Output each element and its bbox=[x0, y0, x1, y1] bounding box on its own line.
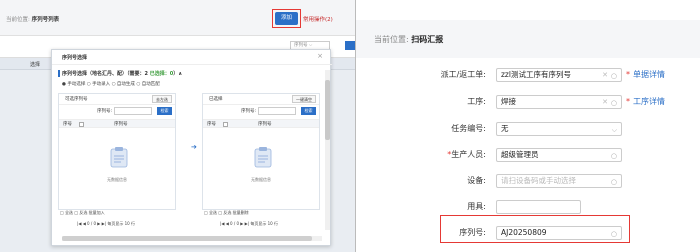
right-screenshot: 当前位置: 扫码汇报 派工/返工单: zzl测试工序有序列号 ✕ ○ * 单据详情 工… bbox=[356, 0, 700, 252]
panel-search: 序列号: 检索 bbox=[203, 105, 319, 118]
task-number-value: 无 bbox=[501, 124, 509, 133]
panel-title[interactable]: 可选序列号 bbox=[65, 96, 88, 102]
device-field[interactable]: 请扫设备码或手动选择 ○ bbox=[496, 174, 622, 188]
filter-search-button[interactable] bbox=[345, 41, 355, 50]
right-pagination[interactable]: |◀ ◀ 0 / 0 ▶ ▶| 每页显示 10 行 bbox=[220, 221, 278, 227]
empty-text: 无数据信息 bbox=[251, 177, 271, 182]
order-field[interactable]: zzl测试工序有序列号 ✕ ○ bbox=[496, 68, 622, 82]
field-label-device: 设备: bbox=[356, 175, 486, 186]
panel-header: 可选序列号 去左选 bbox=[59, 94, 175, 105]
required-star: * bbox=[626, 97, 630, 106]
crumb-prefix: 当前位置: bbox=[6, 17, 30, 23]
label-text: 生产人员: bbox=[451, 150, 486, 159]
field-label-task: 任务编号: bbox=[356, 123, 486, 134]
highlight-box-serial bbox=[440, 215, 630, 243]
crumb-current: 序列号列表 bbox=[31, 17, 60, 23]
order-detail-link[interactable]: * 单据详情 bbox=[626, 69, 665, 80]
search-icon[interactable]: ○ bbox=[611, 70, 617, 82]
search-icon[interactable]: ○ bbox=[611, 176, 617, 188]
column-select-header: 选择 bbox=[30, 62, 41, 68]
process-detail-link[interactable]: * 工序详情 bbox=[626, 96, 665, 107]
serial-select-modal: 序列号选择 × 序列号选择（地名汇丹、配）（需要：2 已选择：0）∧ ● 手动选… bbox=[51, 49, 332, 246]
crumb-prefix: 当前位置: bbox=[374, 35, 409, 44]
search-label: 序列号: bbox=[97, 109, 113, 114]
empty-clipboard-icon bbox=[110, 147, 128, 168]
panel-search: 序列号: 检索 bbox=[59, 105, 175, 118]
crumb-current: 扫码汇报 bbox=[411, 35, 444, 44]
col-index: 序号 bbox=[207, 122, 216, 127]
field-label-process: 工序: bbox=[356, 96, 486, 107]
device-placeholder: 请扫设备码或手动选择 bbox=[501, 176, 576, 185]
serial-search-input[interactable] bbox=[114, 107, 152, 115]
order-detail-link-text[interactable]: 单据详情 bbox=[633, 70, 665, 79]
section-title: 序列号选择（地名汇丹、配）（需要：2 已选择：0）∧ bbox=[57, 70, 182, 77]
filter-select-value: 序列号 bbox=[294, 43, 308, 48]
close-icon[interactable]: × bbox=[317, 52, 323, 60]
search-button[interactable]: 检索 bbox=[157, 107, 172, 115]
serial-search-input[interactable] bbox=[258, 107, 296, 115]
empty-text: 无数据信息 bbox=[107, 177, 127, 182]
clear-all-button[interactable]: 一键清空 bbox=[292, 95, 316, 103]
label-text: 用具: bbox=[467, 202, 486, 211]
order-value: zzl测试工序有序列号 bbox=[501, 70, 571, 79]
section-title-text: 序列号选择（地名汇丹、配）（需要：2 bbox=[62, 71, 148, 77]
label-text: 设备: bbox=[467, 176, 486, 185]
operator-value: 超级管理员 bbox=[501, 150, 539, 159]
select-all-checkbox[interactable] bbox=[223, 122, 228, 127]
common-actions-link[interactable]: 常用操作(2) bbox=[303, 15, 333, 23]
highlight-box-add bbox=[272, 9, 301, 28]
available-panel: 可选序列号 去左选 序列号: 检索 序号 序列号 无数据信息 bbox=[58, 93, 176, 210]
search-button[interactable]: 检索 bbox=[301, 107, 316, 115]
scroll-thumb[interactable] bbox=[325, 80, 330, 140]
chevron-down-icon[interactable]: ⌵ bbox=[612, 124, 617, 136]
process-field[interactable]: 焊接 ✕ ○ bbox=[496, 95, 622, 109]
label-text: 任务编号: bbox=[451, 124, 486, 133]
panel-columns: 序号 序列号 bbox=[59, 119, 175, 128]
empty-clipboard-icon bbox=[254, 147, 272, 168]
process-detail-link-text[interactable]: 工序详情 bbox=[633, 97, 665, 106]
clear-icon[interactable]: ✕ bbox=[602, 96, 608, 108]
left-batch-actions[interactable]: □ 全选 □ 反选 批量加入 bbox=[60, 210, 105, 216]
right-breadcrumb: 当前位置: 扫码汇报 bbox=[374, 34, 443, 45]
search-label: 序列号: bbox=[241, 109, 257, 114]
selected-panel: 已选择 一键清空 序列号: 检索 序号 序列号 无数据信息 bbox=[202, 93, 320, 210]
label-text: 工序: bbox=[467, 97, 486, 106]
panel-header: 已选择 一键清空 bbox=[203, 94, 319, 105]
task-number-select[interactable]: 无 ⌵ bbox=[496, 122, 622, 136]
label-text: 派工/返工单: bbox=[440, 70, 486, 79]
col-serial: 序列号 bbox=[258, 122, 272, 127]
selected-count: 已选择：0 bbox=[149, 71, 174, 77]
panel-columns: 序号 序列号 bbox=[203, 119, 319, 128]
modal-title: 序列号选择 bbox=[62, 55, 88, 61]
modal-vertical-scrollbar[interactable] bbox=[325, 70, 330, 230]
field-label-operator: *生产人员: bbox=[356, 149, 486, 160]
modal-divider bbox=[52, 64, 332, 65]
tool-field[interactable] bbox=[496, 200, 581, 214]
operator-field[interactable]: 超级管理员 ○ bbox=[496, 148, 622, 162]
clear-icon[interactable]: ✕ bbox=[602, 69, 608, 81]
select-all-checkbox[interactable] bbox=[79, 122, 84, 127]
search-icon[interactable]: ○ bbox=[611, 150, 617, 162]
field-label-order: 派工/返工单: bbox=[356, 69, 486, 80]
right-batch-actions[interactable]: □ 全选 □ 反选 批量删除 bbox=[204, 210, 249, 216]
mode-radio-group[interactable]: ● 手动选择 ○ 手动录入 ○ 自动生成 ○ 自动匹配 bbox=[62, 81, 160, 87]
left-screenshot: 当前位置: 序列号列表 添加 常用操作(2) 序列号 ⌵ 选择 序列号选择 × … bbox=[0, 0, 355, 252]
section-suffix[interactable]: ）∧ bbox=[173, 71, 182, 77]
left-pagination[interactable]: |◀ ◀ 0 / 0 ▶ ▶| 每页显示 10 行 bbox=[77, 221, 135, 227]
col-serial: 序列号 bbox=[114, 122, 128, 127]
modal-horizontal-scrollbar[interactable] bbox=[62, 236, 322, 241]
required-star: * bbox=[626, 70, 630, 79]
process-value: 焊接 bbox=[501, 97, 516, 106]
search-icon[interactable]: ○ bbox=[611, 97, 617, 109]
left-breadcrumb: 当前位置: 序列号列表 bbox=[6, 15, 59, 23]
panel-action-button[interactable]: 去左选 bbox=[152, 95, 172, 103]
scroll-thumb[interactable] bbox=[62, 236, 312, 241]
panel-title[interactable]: 已选择 bbox=[209, 96, 223, 102]
left-topbar: 当前位置: 序列号列表 添加 常用操作(2) bbox=[0, 0, 355, 36]
transfer-arrow-icon[interactable]: ➔ bbox=[191, 143, 197, 151]
col-index: 序号 bbox=[63, 122, 72, 127]
field-label-tool: 用具: bbox=[356, 201, 486, 212]
